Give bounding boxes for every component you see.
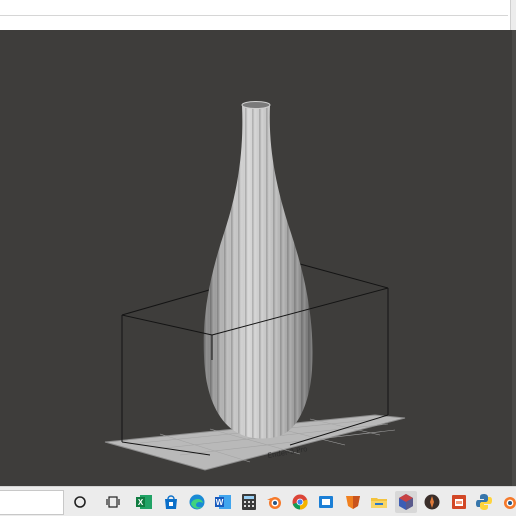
powerpoint-icon[interactable] [448,491,470,513]
blender-icon[interactable] [263,491,285,513]
file-explorer-icon[interactable] [368,491,390,513]
top-bar-divider [0,15,508,16]
vase-model[interactable] [190,100,330,445]
blender-2-icon[interactable] [498,491,516,513]
vase-opening [241,101,271,109]
scene-canvas[interactable]: Ender-3 Pro [0,30,516,486]
window-top-bar [0,0,516,30]
orange-shield-icon[interactable] [342,491,364,513]
ms-store-icon[interactable] [160,491,182,513]
window-edge [510,0,516,30]
cortana-icon[interactable] [69,491,91,513]
svg-text:X: X [138,498,144,507]
taskbar-search-input[interactable] [0,490,64,515]
word-icon[interactable]: W [212,491,234,513]
excel-icon[interactable]: X [133,491,155,513]
slicer-icon[interactable] [395,491,417,513]
app-window: Ender-3 Pro X W [0,0,516,516]
calculator-icon[interactable] [238,491,260,513]
blue-app-icon[interactable] [315,491,337,513]
viewport-scrollbar[interactable] [512,30,516,486]
3d-viewport[interactable]: Ender-3 Pro [0,30,516,486]
edge-icon[interactable] [186,491,208,513]
windows-taskbar: X W [0,486,516,516]
svg-text:W: W [216,498,224,507]
python-icon[interactable] [473,491,495,513]
dark-circle-app-icon[interactable] [421,491,443,513]
chrome-icon[interactable] [289,491,311,513]
task-view-icon[interactable] [102,491,124,513]
